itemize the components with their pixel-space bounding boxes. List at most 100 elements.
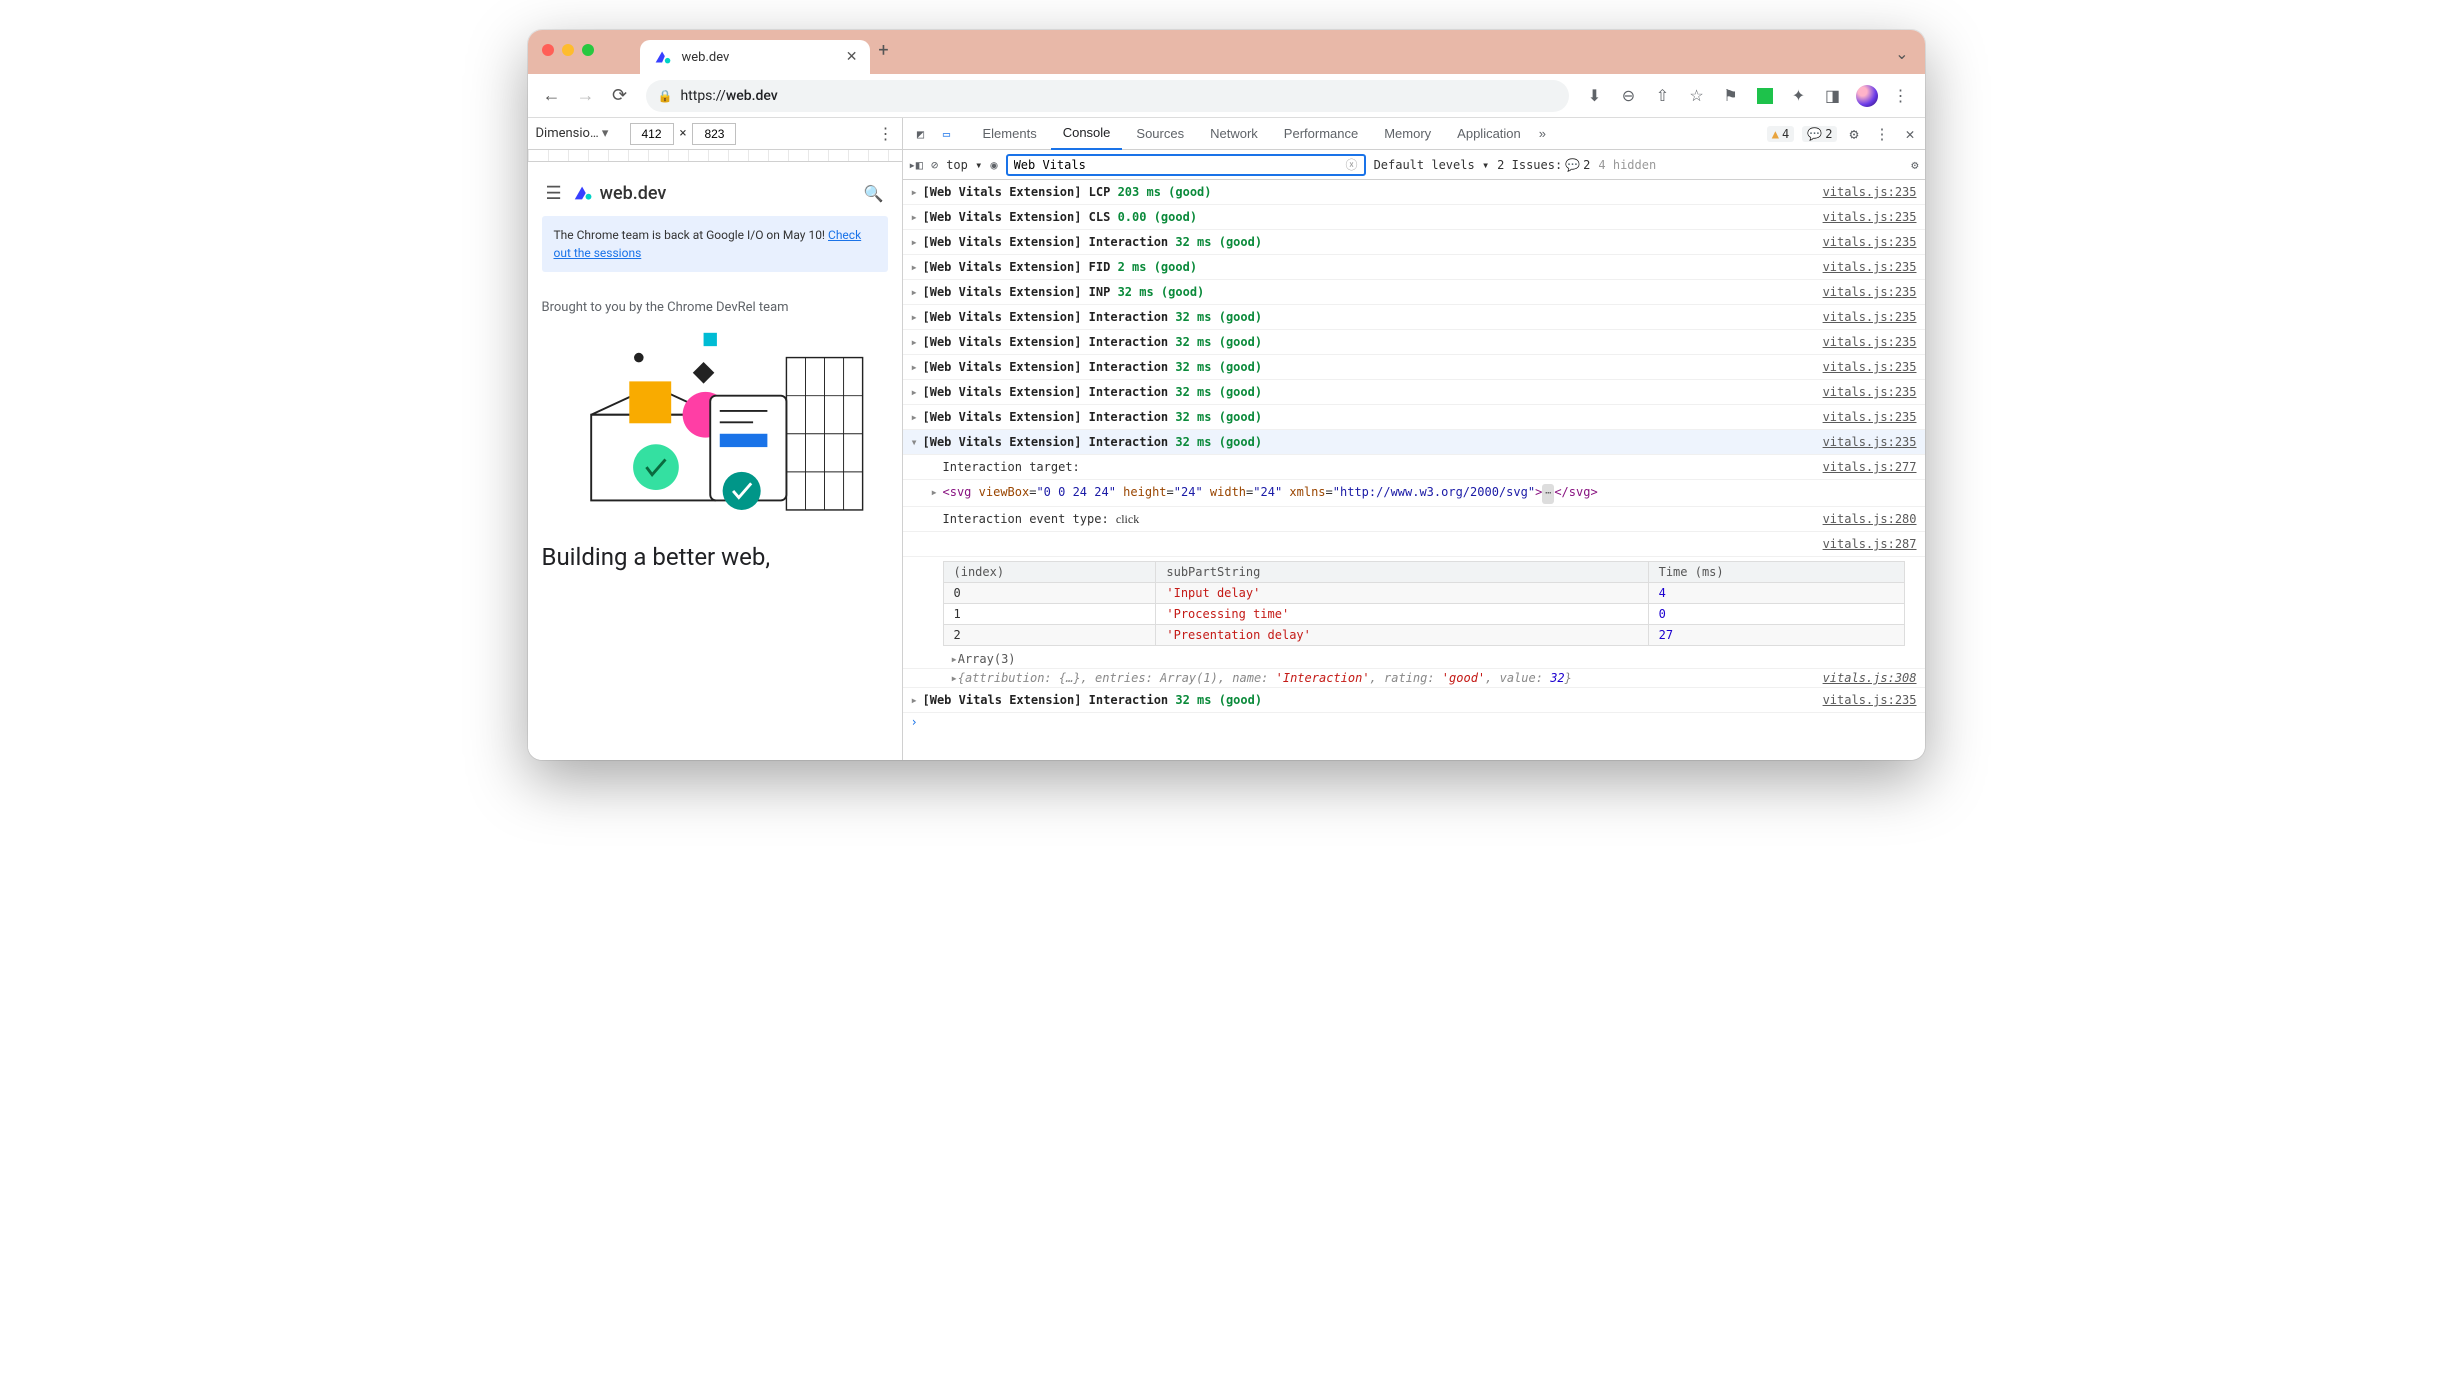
console-row[interactable]: ▾[Web Vitals Extension] Interaction 32 m… [903,430,1925,455]
tab-overflow-button[interactable]: ⌄ [1895,44,1908,63]
context-select[interactable]: top [946,158,982,172]
source-link[interactable]: vitals.js:235 [1823,690,1917,710]
live-expression-icon[interactable]: ◉ [990,158,997,172]
close-window-button[interactable] [542,44,554,56]
logo-icon [572,182,594,204]
console-prompt[interactable]: › [903,713,1925,731]
console-filter-input[interactable]: ⓧ [1006,154,1366,176]
console-row[interactable]: ▸[Web Vitals Extension] CLS 0.00 (good)v… [903,205,1925,230]
disclosure-caret[interactable]: ▸ [911,307,923,327]
disclosure-caret[interactable]: ▸ [911,257,923,277]
menu-icon[interactable]: ☰ [546,183,562,204]
warnings-badge[interactable]: ▲4 [1767,126,1794,142]
disclosure-caret[interactable]: ▸ [911,357,923,377]
disclosure-caret[interactable]: ▸ [911,690,923,710]
filter-text[interactable] [1014,158,1346,172]
disclosure-caret[interactable]: ▸ [911,332,923,352]
tab-memory[interactable]: Memory [1372,118,1443,150]
clear-console-button[interactable]: ⊘ [931,158,938,172]
source-link[interactable]: vitals.js:235 [1823,357,1917,377]
source-link[interactable]: vitals.js:235 [1823,182,1917,202]
install-icon[interactable]: ⬇ [1581,82,1609,110]
source-link[interactable]: vitals.js:235 [1823,282,1917,302]
clear-filter-button[interactable]: ⓧ [1346,156,1358,173]
inspect-icon[interactable]: ◩ [909,127,933,141]
extension-green-icon[interactable] [1751,82,1779,110]
issues-button[interactable]: 2 Issues: 💬2 [1497,158,1590,172]
url-text: https://web.dev [680,88,777,104]
source-link[interactable]: vitals.js:235 [1823,432,1917,452]
console-settings-icon[interactable]: ⚙ [1911,158,1918,172]
tab-application[interactable]: Application [1445,118,1533,150]
array-summary[interactable]: ▸Array(3) [903,650,1925,669]
source-link[interactable]: vitals.js:235 [1823,382,1917,402]
address-bar[interactable]: 🔒 https://web.dev [646,80,1569,112]
log-levels-select[interactable]: Default levels [1374,158,1490,172]
disclosure-caret[interactable]: ▸ [911,207,923,227]
console-row[interactable]: ▸[Web Vitals Extension] INP 32 ms (good)… [903,280,1925,305]
disclosure-caret[interactable]: ▸ [911,382,923,402]
reload-button[interactable]: ⟳ [606,82,634,110]
source-link[interactable]: vitals.js:235 [1823,232,1917,252]
back-button[interactable]: ← [538,82,566,110]
close-devtools-button[interactable]: ✕ [1901,125,1918,143]
console-row[interactable]: ▸[Web Vitals Extension] Interaction 32 m… [903,688,1925,713]
search-icon[interactable]: 🔍 [864,184,884,203]
share-icon[interactable]: ⇧ [1649,82,1677,110]
device-more-button[interactable]: ⋮ [878,124,894,143]
console-sidebar-toggle[interactable]: ▸◧ [909,158,923,172]
source-link[interactable]: vitals.js:235 [1823,257,1917,277]
minimize-window-button[interactable] [562,44,574,56]
disclosure-caret[interactable]: ▸ [911,282,923,302]
tab-performance[interactable]: Performance [1272,118,1370,150]
console-row[interactable]: ▸[Web Vitals Extension] LCP 203 ms (good… [903,180,1925,205]
device-preset-select[interactable]: Dimensio… [536,126,624,141]
more-icon[interactable]: ⋮ [1870,125,1893,143]
source-link[interactable]: vitals.js:235 [1823,207,1917,227]
settings-icon[interactable]: ⚙ [1845,125,1862,143]
flag-icon[interactable]: ⚑ [1717,82,1745,110]
source-link[interactable]: vitals.js:235 [1823,307,1917,327]
device-height-input[interactable] [692,123,736,145]
source-link[interactable]: vitals.js:277 [1823,457,1917,477]
console-row[interactable]: ▸[Web Vitals Extension] Interaction 32 m… [903,330,1925,355]
source-link[interactable]: vitals.js:235 [1823,332,1917,352]
device-width-input[interactable] [630,123,674,145]
zoom-icon[interactable]: ⊖ [1615,82,1643,110]
tab-sources[interactable]: Sources [1124,118,1196,150]
attribution-object[interactable]: ▸{attribution: {…}, entries: Array(1), n… [903,669,1925,688]
console-row[interactable]: ▸[Web Vitals Extension] Interaction 32 m… [903,355,1925,380]
interaction-target-element[interactable]: ▸<svg viewBox="0 0 24 24" height="24" wi… [903,480,1925,507]
device-mode-panel: Dimensio… × ⋮ ☰ web.dev 🔍 [528,118,903,760]
source-link[interactable]: vitals.js:280 [1823,509,1917,529]
console-row[interactable]: ▸[Web Vitals Extension] Interaction 32 m… [903,405,1925,430]
profile-avatar[interactable] [1853,82,1881,110]
bookmark-icon[interactable]: ☆ [1683,82,1711,110]
sidepanel-icon[interactable]: ◨ [1819,82,1847,110]
tab-elements[interactable]: Elements [971,118,1049,150]
disclosure-caret[interactable]: ▸ [911,182,923,202]
tab-close-button[interactable]: ✕ [846,49,858,65]
kebab-menu[interactable]: ⋮ [1887,82,1915,110]
source-link[interactable]: vitals.js:308 [1823,671,1917,685]
console-row[interactable]: ▸[Web Vitals Extension] Interaction 32 m… [903,230,1925,255]
disclosure-caret[interactable]: ▾ [911,432,923,452]
maximize-window-button[interactable] [582,44,594,56]
source-link[interactable]: vitals.js:287 [1823,534,1917,554]
device-toggle-icon[interactable]: ▭ [935,127,959,141]
messages-badge[interactable]: 💬2 [1802,126,1837,142]
source-link[interactable]: vitals.js:235 [1823,407,1917,427]
disclosure-caret[interactable]: ▸ [911,232,923,252]
tabs-overflow[interactable]: » [1535,118,1550,150]
tab-console[interactable]: Console [1051,118,1123,150]
forward-button[interactable]: → [572,82,600,110]
console-row[interactable]: ▸[Web Vitals Extension] FID 2 ms (good)v… [903,255,1925,280]
tab-network[interactable]: Network [1198,118,1270,150]
browser-tab[interactable]: web.dev ✕ [640,40,870,74]
console-row[interactable]: ▸[Web Vitals Extension] Interaction 32 m… [903,380,1925,405]
extensions-icon[interactable]: ✦ [1785,82,1813,110]
new-tab-button[interactable]: + [870,40,898,61]
site-logo[interactable]: web.dev [572,182,667,204]
console-row[interactable]: ▸[Web Vitals Extension] Interaction 32 m… [903,305,1925,330]
disclosure-caret[interactable]: ▸ [911,407,923,427]
